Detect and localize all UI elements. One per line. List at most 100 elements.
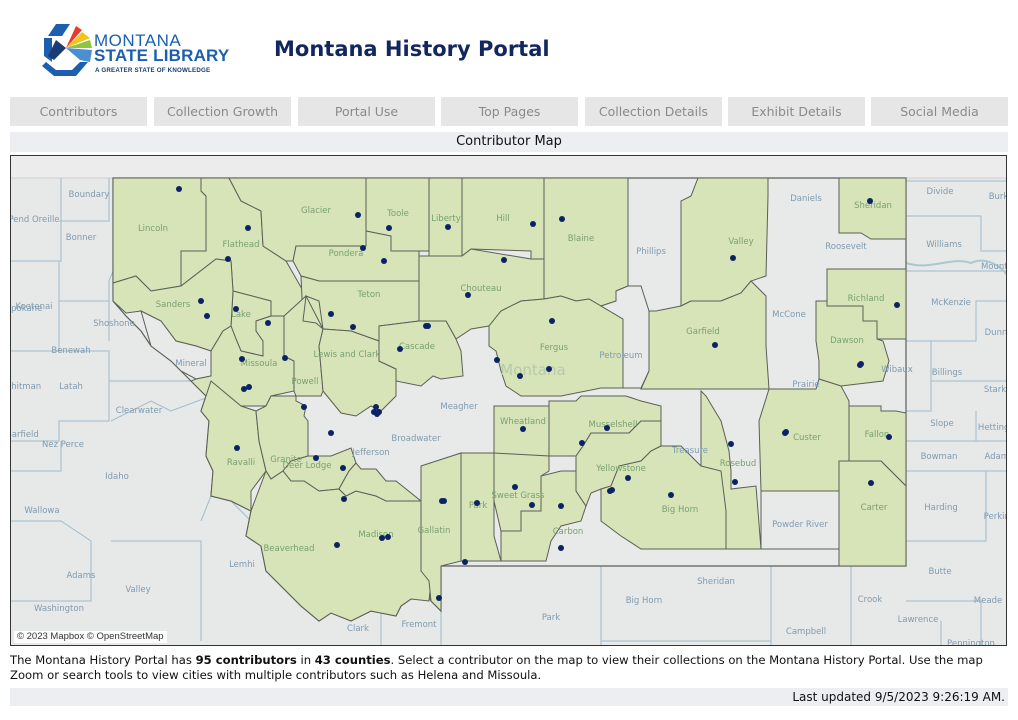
contributor-marker[interactable] xyxy=(246,384,252,390)
contributor-marker[interactable] xyxy=(373,404,379,410)
county-label: Deer Lodge xyxy=(282,461,331,471)
contributor-marker[interactable] xyxy=(501,257,507,263)
desc-prefix: The Montana History Portal has xyxy=(10,653,196,667)
contributor-marker[interactable] xyxy=(732,479,738,485)
county-label: Beaverhead xyxy=(263,544,314,554)
neighbor-county-label: Harding xyxy=(924,503,958,513)
contributor-marker[interactable] xyxy=(530,221,536,227)
tab-collection-details[interactable]: Collection Details xyxy=(585,97,722,126)
contributor-marker[interactable] xyxy=(625,475,631,481)
contributor-marker[interactable] xyxy=(579,440,585,446)
contributor-marker[interactable] xyxy=(234,445,240,451)
tab-collection-growth[interactable]: Collection Growth xyxy=(154,97,291,126)
tab-contributors[interactable]: Contributors xyxy=(10,97,147,126)
county-label: Lake xyxy=(231,310,251,320)
contributor-marker[interactable] xyxy=(397,346,403,352)
contributor-marker[interactable] xyxy=(462,559,468,565)
contributor-marker[interactable] xyxy=(350,324,356,330)
county-label: Fergus xyxy=(540,343,569,353)
contributor-marker[interactable] xyxy=(355,212,361,218)
contributor-marker[interactable] xyxy=(668,492,674,498)
header: MONTANA STATE LIBRARY A GREATER STATE OF… xyxy=(0,0,1018,92)
contributor-marker[interactable] xyxy=(423,323,429,329)
county-label: Custer xyxy=(793,433,821,443)
contributor-marker[interactable] xyxy=(558,545,564,551)
county-label: Liberty xyxy=(431,214,461,224)
contributor-marker[interactable] xyxy=(341,496,347,502)
contributor-marker[interactable] xyxy=(529,502,535,508)
contributor-marker[interactable] xyxy=(494,357,500,363)
contributor-marker[interactable] xyxy=(609,487,615,493)
contributor-marker[interactable] xyxy=(386,225,392,231)
contributor-marker[interactable] xyxy=(198,298,204,304)
contributor-marker[interactable] xyxy=(265,320,271,326)
county-label: Valley xyxy=(728,237,753,247)
contributor-marker[interactable] xyxy=(559,216,565,222)
contributor-marker[interactable] xyxy=(867,198,873,204)
county-label: Gallatin xyxy=(418,526,451,536)
county-label: Carbon xyxy=(553,527,584,537)
contributor-marker[interactable] xyxy=(176,186,182,192)
contributor-marker[interactable] xyxy=(376,409,382,415)
county-label: Prairie xyxy=(792,380,819,390)
contributor-marker[interactable] xyxy=(517,373,523,379)
contributor-marker[interactable] xyxy=(381,258,387,264)
tab-bar: Contributors Collection Growth Portal Us… xyxy=(10,97,1008,126)
contributor-marker[interactable] xyxy=(233,306,239,312)
county-carter[interactable] xyxy=(838,460,907,567)
contributor-marker[interactable] xyxy=(558,503,564,509)
contributor-marker[interactable] xyxy=(604,425,610,431)
map-attribution[interactable]: © 2023 Mapbox © OpenStreetMap xyxy=(14,631,167,643)
contributor-marker[interactable] xyxy=(360,245,366,251)
contributor-marker[interactable] xyxy=(225,256,231,262)
contributor-marker[interactable] xyxy=(441,498,447,504)
neighbor-county-label: Valley xyxy=(125,585,150,595)
county-label: Pondera xyxy=(329,249,364,259)
contributor-marker[interactable] xyxy=(204,313,210,319)
contributor-marker[interactable] xyxy=(385,534,391,540)
contributor-marker[interactable] xyxy=(445,224,451,230)
contributor-marker[interactable] xyxy=(313,455,319,461)
contributor-marker[interactable] xyxy=(340,465,346,471)
contributor-marker[interactable] xyxy=(245,225,251,231)
county-label: Blaine xyxy=(568,234,594,244)
contributor-marker[interactable] xyxy=(868,480,874,486)
neighbor-county-label: Williams xyxy=(926,240,962,250)
neighbor-county-label: Sheridan xyxy=(697,577,735,587)
contributor-marker[interactable] xyxy=(436,595,442,601)
contributor-map[interactable]: Lincoln Flathead Glacier Toole Liberty Hill Bl… xyxy=(10,155,1007,646)
contributor-marker[interactable] xyxy=(894,302,900,308)
tab-top-pages[interactable]: Top Pages xyxy=(441,97,578,126)
tab-social-media[interactable]: Social Media xyxy=(871,97,1008,126)
contributor-marker[interactable] xyxy=(549,318,555,324)
contributor-marker[interactable] xyxy=(783,429,789,435)
contributor-marker[interactable] xyxy=(379,535,385,541)
tab-portal-use[interactable]: Portal Use xyxy=(298,97,435,126)
contributor-marker[interactable] xyxy=(474,500,480,506)
montana-state-library-logo[interactable]: MONTANA STATE LIBRARY A GREATER STATE OF… xyxy=(42,22,234,78)
county-label: Richland xyxy=(848,294,885,304)
county-label: Roosevelt xyxy=(825,242,867,252)
contributor-marker[interactable] xyxy=(546,366,552,372)
neighbor-county-label: Big Horn xyxy=(626,596,663,606)
contributor-marker[interactable] xyxy=(239,356,245,362)
contributor-marker[interactable] xyxy=(334,542,340,548)
contributor-marker[interactable] xyxy=(301,404,307,410)
contributor-marker[interactable] xyxy=(328,311,334,317)
contributor-marker[interactable] xyxy=(858,361,864,367)
contributor-marker[interactable] xyxy=(728,441,734,447)
contributor-marker[interactable] xyxy=(730,255,736,261)
contributor-marker[interactable] xyxy=(886,434,892,440)
neighbor-county-label: Slope xyxy=(930,419,954,429)
neighbor-county-label: Crook xyxy=(858,595,883,605)
contributor-marker[interactable] xyxy=(520,426,526,432)
county-label: Sheridan xyxy=(854,201,892,211)
county-label: Sweet Grass xyxy=(492,491,546,501)
contributor-marker[interactable] xyxy=(465,292,471,298)
contributor-marker[interactable] xyxy=(512,484,518,490)
contributor-marker[interactable] xyxy=(328,430,334,436)
map-canvas[interactable]: Lincoln Flathead Glacier Toole Liberty Hill Bl… xyxy=(11,156,1007,646)
contributor-marker[interactable] xyxy=(712,342,718,348)
tab-exhibit-details[interactable]: Exhibit Details xyxy=(728,97,865,126)
contributor-marker[interactable] xyxy=(282,355,288,361)
